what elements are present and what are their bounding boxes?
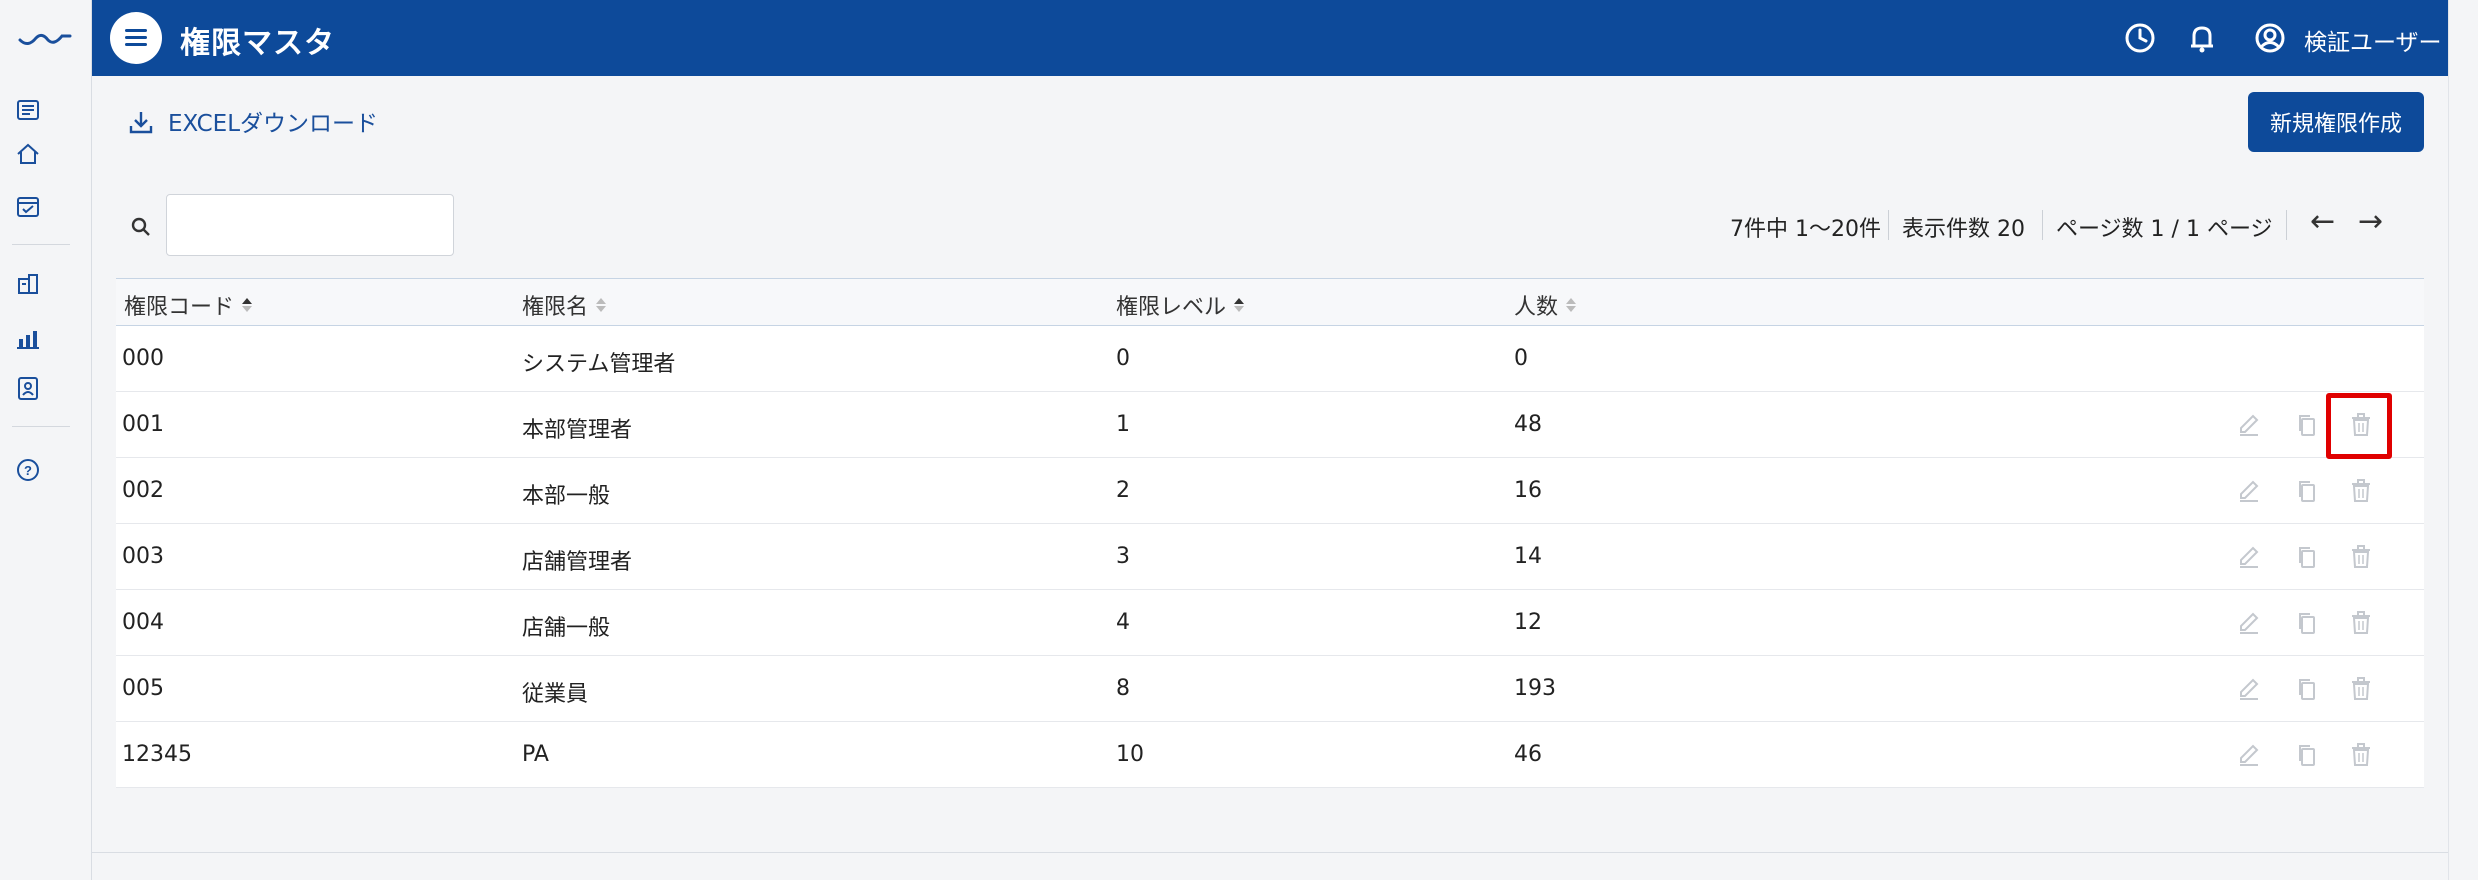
table-row[interactable]: 005 従業員 8 193 <box>116 656 2424 722</box>
sort-icon <box>1566 298 1577 312</box>
new-permission-button[interactable]: 新規権限作成 <box>2248 92 2424 152</box>
excel-download-label: EXCELダウンロード <box>168 111 379 137</box>
edit-icon[interactable] <box>2236 742 2262 768</box>
column-header-name[interactable]: 権限名 <box>522 289 607 321</box>
copy-icon[interactable] <box>2294 610 2320 636</box>
app-header: 権限マスタ 検証ユーザー <box>92 0 2448 76</box>
prev-page-button[interactable]: ← <box>2310 204 2335 239</box>
user-menu[interactable]: 検証ユーザー <box>2304 23 2442 57</box>
cell-code: 003 <box>122 544 164 569</box>
sidebar-divider <box>12 426 70 427</box>
edit-icon[interactable] <box>2236 544 2262 570</box>
excel-download-link[interactable]: EXCELダウンロード <box>128 104 378 138</box>
cell-count: 0 <box>1514 346 1528 371</box>
per-page-selector[interactable]: 表示件数 20 <box>1902 211 2025 243</box>
column-header-level[interactable]: 権限レベル <box>1116 289 1245 321</box>
cell-name: 店舗一般 <box>522 616 611 641</box>
cell-count: 16 <box>1514 478 1542 503</box>
delete-icon[interactable] <box>2348 478 2374 504</box>
column-header-code[interactable]: 権限コード <box>124 289 253 321</box>
footer-divider <box>92 852 2448 853</box>
cell-code: 000 <box>122 346 164 371</box>
permission-table: 権限コード 権限名 権限レベル 人数 000 システム管理者 0 0 001 本部管理者 1… <box>116 278 2424 788</box>
svg-text:?: ? <box>24 463 32 478</box>
delete-icon[interactable] <box>2348 412 2374 438</box>
home-icon[interactable] <box>14 140 42 168</box>
result-range: 7件中 1〜20件 <box>1730 217 1881 242</box>
delete-icon[interactable] <box>2348 676 2374 702</box>
table-row[interactable]: 003 店舗管理者 3 14 <box>116 524 2424 590</box>
sidebar: ? <box>0 0 92 880</box>
copy-icon[interactable] <box>2294 544 2320 570</box>
cell-count: 48 <box>1514 412 1542 437</box>
cell-count: 46 <box>1514 742 1542 767</box>
cell-level: 4 <box>1116 610 1130 635</box>
cell-count: 193 <box>1514 676 1556 701</box>
cell-code: 12345 <box>122 742 192 767</box>
edit-icon[interactable] <box>2236 676 2262 702</box>
sidebar-divider <box>12 244 70 245</box>
id-badge-icon[interactable] <box>14 374 42 402</box>
user-circle-icon[interactable] <box>2252 20 2288 56</box>
sort-icon <box>1234 298 1245 312</box>
cell-level: 2 <box>1116 478 1130 503</box>
search-input[interactable] <box>166 194 454 256</box>
cell-level: 3 <box>1116 544 1130 569</box>
pager-divider <box>2286 210 2287 240</box>
bar-chart-icon[interactable] <box>14 324 42 352</box>
cell-count: 14 <box>1514 544 1542 569</box>
copy-icon[interactable] <box>2294 412 2320 438</box>
building-icon[interactable] <box>14 270 42 298</box>
help-icon[interactable]: ? <box>14 456 42 484</box>
app-logo[interactable] <box>18 26 72 48</box>
table-header: 権限コード 権限名 権限レベル 人数 <box>116 278 2424 326</box>
table-row[interactable]: 004 店舗一般 4 12 <box>116 590 2424 656</box>
copy-icon[interactable] <box>2294 742 2320 768</box>
pager-divider <box>1888 210 1889 240</box>
delete-icon[interactable] <box>2348 610 2374 636</box>
copy-icon[interactable] <box>2294 478 2320 504</box>
cell-name: 本部管理者 <box>522 418 633 443</box>
download-icon <box>129 112 153 134</box>
table-body: 000 システム管理者 0 0 001 本部管理者 1 48 002 本部一般 2 16 003 店舗管理… <box>116 326 2424 788</box>
cell-code: 002 <box>122 478 164 503</box>
search-icon <box>131 217 150 236</box>
table-row[interactable]: 12345 PA 10 46 <box>116 722 2424 788</box>
cell-name: 店舗管理者 <box>522 550 633 575</box>
cell-code: 001 <box>122 412 164 437</box>
delete-icon[interactable] <box>2348 742 2374 768</box>
cell-name: 本部一般 <box>522 484 611 509</box>
edit-icon[interactable] <box>2236 478 2262 504</box>
next-page-button[interactable]: → <box>2358 204 2383 239</box>
cell-level: 1 <box>1116 412 1130 437</box>
cell-name: 従業員 <box>522 682 589 707</box>
table-row[interactable]: 001 本部管理者 1 48 <box>116 392 2424 458</box>
page-title: 権限マスタ <box>180 26 335 61</box>
cell-level: 0 <box>1116 346 1130 371</box>
sort-icon <box>596 298 607 312</box>
page-indicator: ページ数 1 / 1 ページ <box>2056 217 2273 242</box>
pager-divider <box>2042 210 2043 240</box>
cell-code: 004 <box>122 610 164 635</box>
edit-icon[interactable] <box>2236 412 2262 438</box>
copy-icon[interactable] <box>2294 676 2320 702</box>
menu-button[interactable] <box>110 12 162 64</box>
cell-name: システム管理者 <box>522 352 676 377</box>
cell-count: 12 <box>1514 610 1542 635</box>
cell-code: 005 <box>122 676 164 701</box>
edit-icon[interactable] <box>2236 610 2262 636</box>
delete-icon[interactable] <box>2348 544 2374 570</box>
clock-icon[interactable] <box>2122 20 2158 56</box>
sort-icon <box>242 298 253 312</box>
scrollbar-track[interactable] <box>2448 0 2478 880</box>
column-header-count[interactable]: 人数 <box>1514 289 1577 321</box>
cell-level: 8 <box>1116 676 1130 701</box>
calendar-check-icon[interactable] <box>14 192 42 220</box>
table-row[interactable]: 000 システム管理者 0 0 <box>116 326 2424 392</box>
bell-icon[interactable] <box>2184 20 2220 56</box>
cell-name: PA <box>522 742 549 767</box>
cell-level: 10 <box>1116 742 1144 767</box>
list-icon[interactable] <box>14 96 42 124</box>
table-row[interactable]: 002 本部一般 2 16 <box>116 458 2424 524</box>
